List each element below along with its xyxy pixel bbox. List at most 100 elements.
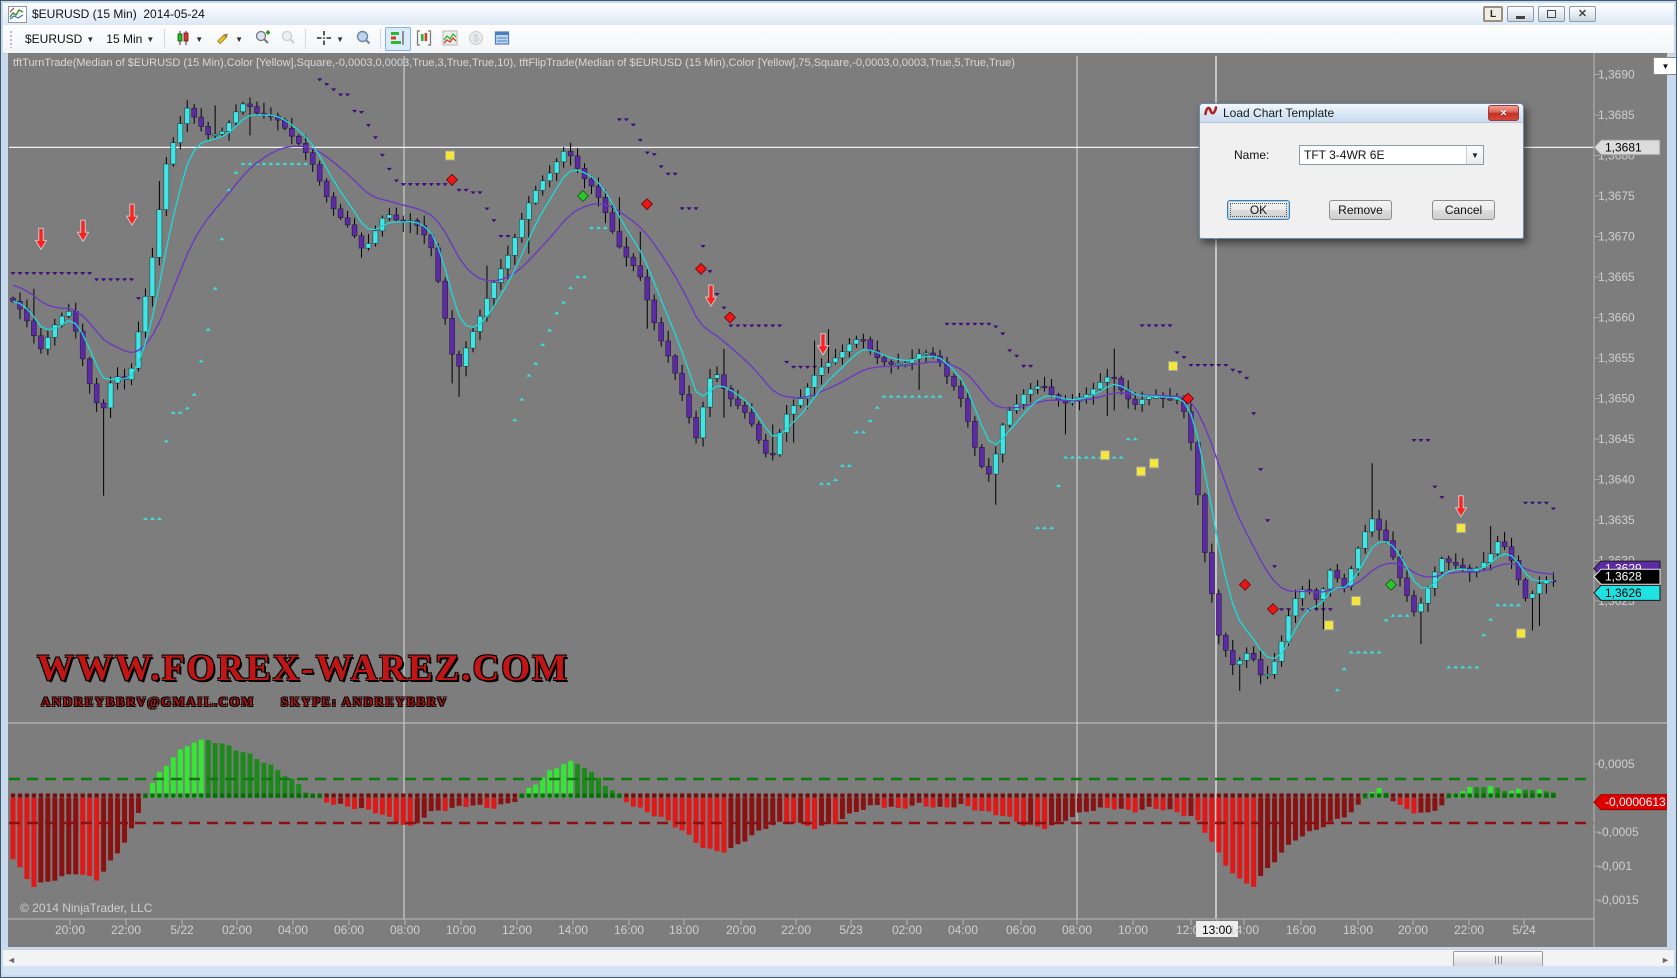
svg-text:18:00: 18:00 xyxy=(669,923,699,937)
ok-button[interactable]: OK xyxy=(1227,200,1290,220)
chevron-down-icon: ▼ xyxy=(235,35,243,44)
svg-text:22:00: 22:00 xyxy=(781,923,811,937)
close-icon: ✕ xyxy=(1500,108,1508,119)
svg-text:1,3660: 1,3660 xyxy=(1598,311,1635,325)
remove-button[interactable]: Remove xyxy=(1329,200,1392,220)
svg-text:08:00: 08:00 xyxy=(1062,923,1092,937)
line-chart-button[interactable] xyxy=(437,27,463,51)
cursor-selector[interactable]: ▼ xyxy=(310,27,350,52)
close-icon: ✕ xyxy=(1578,9,1587,20)
dollar-icon: $ xyxy=(468,30,484,49)
dollar-button[interactable]: $ xyxy=(463,27,489,51)
svg-text:13:00: 13:00 xyxy=(1202,923,1232,937)
chevron-down-icon: ▼ xyxy=(1662,62,1670,71)
svg-text:14:00: 14:00 xyxy=(558,923,588,937)
minimize-icon xyxy=(1516,16,1525,19)
svg-text:18:00: 18:00 xyxy=(1343,923,1373,937)
svg-text:1,3675: 1,3675 xyxy=(1598,189,1635,203)
thumb-grip-icon xyxy=(1495,956,1502,964)
interval-label: 15 Min xyxy=(106,32,142,46)
close-button[interactable]: ✕ xyxy=(1569,6,1596,22)
svg-text:04:00: 04:00 xyxy=(948,923,978,937)
name-label: Name: xyxy=(1234,148,1269,162)
svg-text:$: $ xyxy=(473,33,479,44)
chart-window-button[interactable] xyxy=(411,27,437,51)
candles-bracket-icon xyxy=(416,30,432,49)
chart-window: $EURUSD (15 Min) 2014-05-24 L ✕ $EURUSD … xyxy=(0,0,1677,978)
maximize-button[interactable] xyxy=(1538,6,1565,22)
svg-text:16:00: 16:00 xyxy=(1286,923,1316,937)
svg-text:-0,0015: -0,0015 xyxy=(1598,893,1639,907)
svg-text:1,3665: 1,3665 xyxy=(1598,270,1635,284)
title-bar[interactable]: $EURUSD (15 Min) 2014-05-24 L ✕ xyxy=(3,3,1674,25)
svg-text:04:00: 04:00 xyxy=(278,923,308,937)
svg-text:06:00: 06:00 xyxy=(334,923,364,937)
svg-text:1,3655: 1,3655 xyxy=(1598,351,1635,365)
svg-text:10:00: 10:00 xyxy=(1118,923,1148,937)
chart-app-icon xyxy=(8,6,27,23)
crosshair-icon xyxy=(316,30,332,49)
svg-text:20:00: 20:00 xyxy=(1398,923,1428,937)
zoom-out-icon xyxy=(280,29,297,49)
window-panel-icon xyxy=(494,30,510,49)
chevron-down-icon: ▼ xyxy=(195,35,203,44)
svg-text:1,3690: 1,3690 xyxy=(1598,68,1635,82)
interval-selector[interactable]: 15 Min ▼ xyxy=(100,29,160,49)
svg-text:12:00: 12:00 xyxy=(502,923,532,937)
dialog-title: Load Chart Template xyxy=(1223,106,1488,120)
svg-text:1,3628: 1,3628 xyxy=(1605,570,1642,584)
ninjatrader-logo-icon xyxy=(1204,104,1219,122)
data-box-button[interactable] xyxy=(350,27,376,51)
chevron-down-icon: ▼ xyxy=(336,35,344,44)
price-tag: 1,3626 xyxy=(1594,585,1660,600)
chart-style-selector[interactable]: ▼ xyxy=(169,27,209,52)
svg-text:-0,0005: -0,0005 xyxy=(1598,825,1639,839)
svg-text:0,0005: 0,0005 xyxy=(1598,757,1635,771)
drawing-tool-selector[interactable]: ▼ xyxy=(209,27,249,52)
watermark-email: ANDREYBBRV@GMAIL.COM xyxy=(41,694,255,710)
svg-text:-0,001: -0,001 xyxy=(1598,859,1632,873)
candlestick-icon xyxy=(175,30,191,49)
svg-text:20:00: 20:00 xyxy=(55,923,85,937)
svg-text:10:00: 10:00 xyxy=(446,923,476,937)
chart-panel-button-active[interactable] xyxy=(385,27,411,51)
price-axis-menu-button[interactable]: ▼ xyxy=(1653,57,1677,75)
svg-text:22:00: 22:00 xyxy=(1454,923,1484,937)
panel-button[interactable] xyxy=(489,27,515,51)
toolbar-grip[interactable] xyxy=(9,30,13,48)
svg-text:1,3640: 1,3640 xyxy=(1598,473,1635,487)
svg-text:1,3650: 1,3650 xyxy=(1598,392,1635,406)
svg-text:02:00: 02:00 xyxy=(892,923,922,937)
cancel-button[interactable]: Cancel xyxy=(1432,200,1495,220)
toolbar-separator xyxy=(164,29,165,49)
load-chart-template-dialog: Load Chart Template ✕ Name: TFT 3-4WR 6E… xyxy=(1199,103,1524,239)
zoom-out-button[interactable] xyxy=(275,27,301,51)
area-chart-icon xyxy=(442,30,458,49)
price-tag: 1,3628 xyxy=(1594,569,1660,584)
watermark-site: WWW.FOREX-WAREZ.COM xyxy=(37,647,569,690)
svg-text:06:00: 06:00 xyxy=(1006,923,1036,937)
dialog-title-bar[interactable]: Load Chart Template ✕ xyxy=(1200,104,1523,123)
toolbar: $EURUSD ▼ 15 Min ▼ ▼ xyxy=(3,25,1674,54)
svg-text:5/24: 5/24 xyxy=(1512,923,1536,937)
maximize-icon xyxy=(1547,10,1556,18)
svg-text:1,3626: 1,3626 xyxy=(1605,586,1642,600)
watermark-contact: ANDREYBBRV@GMAIL.COM SKYPE: ANDREYBBRV xyxy=(41,694,448,710)
svg-text:1,3681: 1,3681 xyxy=(1605,140,1642,154)
svg-text:1,3645: 1,3645 xyxy=(1598,432,1635,446)
minimize-button[interactable] xyxy=(1507,6,1534,22)
dialog-close-button[interactable]: ✕ xyxy=(1488,105,1519,121)
zoom-in-button[interactable] xyxy=(249,27,275,51)
svg-text:5/23: 5/23 xyxy=(839,923,863,937)
template-combobox[interactable]: TFT 3-4WR 6E ▼ xyxy=(1299,145,1484,165)
svg-text:1,3670: 1,3670 xyxy=(1598,230,1635,244)
svg-text:14:00: 14:00 xyxy=(1229,923,1259,937)
instrument-selector[interactable]: $EURUSD ▼ xyxy=(19,29,100,49)
toolbar-separator xyxy=(380,29,381,49)
zoom-in-icon xyxy=(254,29,271,49)
window-title: $EURUSD (15 Min) 2014-05-24 xyxy=(32,7,205,21)
svg-text:20:00: 20:00 xyxy=(726,923,756,937)
svg-text:08:00: 08:00 xyxy=(390,923,420,937)
link-button[interactable]: L xyxy=(1483,6,1503,22)
svg-text:-0,0000613: -0,0000613 xyxy=(1605,795,1666,809)
